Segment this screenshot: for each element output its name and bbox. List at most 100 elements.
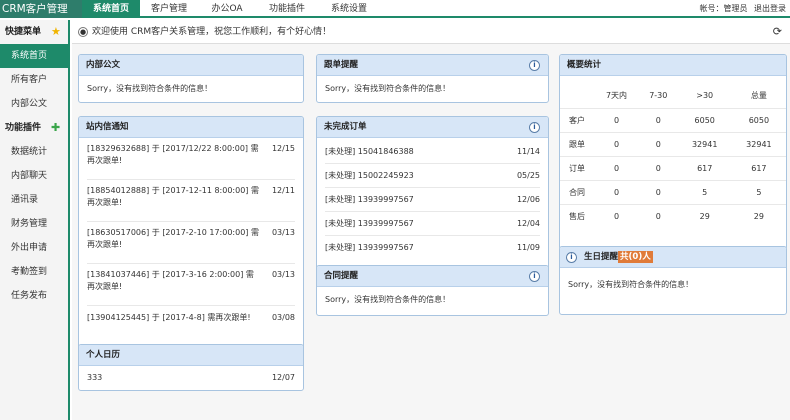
stats-cell: 32941 — [731, 132, 786, 157]
stats-col-header: 7天内 — [594, 84, 639, 109]
app-logo: CRM客户管理 — [0, 0, 82, 18]
calendar-date: 12/07 — [271, 373, 295, 382]
sidebar-item-statistics[interactable]: 数据统计 — [0, 140, 68, 164]
stats-cell: 29 — [753, 211, 764, 221]
panel-followup-title: 跟单提醒 — [324, 60, 359, 70]
order-text: [未处理] 15002245923 — [325, 171, 414, 180]
top-bar: CRM客户管理 系统首页 客户管理 办公OA 功能插件 系统设置 帐号：管理员 … — [0, 0, 790, 18]
stats-cell: 29 — [699, 211, 710, 221]
order-date: 11/09 — [516, 243, 540, 252]
stats-cell: 0 — [655, 211, 661, 221]
nav-office-oa[interactable]: 办公OA — [198, 0, 256, 18]
info-icon[interactable]: i — [529, 271, 540, 282]
stats-cell: 617 — [677, 156, 732, 181]
message-row[interactable]: [18630517006] 于 [2017-2-10 17:00:00] 需再次… — [87, 222, 295, 264]
account-area: 帐号：管理员 退出登录 — [695, 0, 786, 18]
stats-cell: 32941 — [677, 132, 732, 157]
stats-col-header: 7-30 — [638, 84, 678, 109]
info-icon[interactable]: i — [566, 252, 577, 263]
order-row[interactable]: [未处理] 13939997567 12/06 — [325, 188, 540, 212]
stats-table: 7天内 7-30 >30 总量 客户 0 0 6050 6050 跟单 0 0 32941 32… — [560, 84, 786, 228]
nav-customers[interactable]: 客户管理 — [140, 0, 198, 18]
sidebar-item-chat[interactable]: 内部聊天 — [0, 164, 68, 188]
order-text: [未处理] 13939997567 — [325, 243, 414, 252]
stats-cell: 客户 — [560, 108, 595, 133]
nav-settings[interactable]: 系统设置 — [318, 0, 380, 18]
sidebar-item-home[interactable]: 系统首页 — [0, 44, 68, 68]
stats-row: 合同 0 0 5 5 — [560, 180, 786, 205]
sidebar-item-all-customers[interactable]: 所有客户 — [0, 68, 68, 92]
panel-messages-header: 站内信通知 — [79, 117, 303, 138]
panel-birthday-title: 生日提醒 — [584, 252, 619, 262]
panel-messages: 站内信通知 [18329632688] 于 [2017/12/22 8:00:0… — [78, 116, 304, 350]
message-date: 03/13 — [271, 228, 295, 237]
star-icon: ★ — [51, 25, 61, 38]
panel-documents: 内部公文 Sorry，没有找到符合条件的信息！ — [78, 54, 304, 103]
stats-cell: 订单 — [560, 156, 595, 181]
empty-message: Sorry，没有找到符合条件的信息！ — [325, 295, 451, 304]
stats-row: 跟单 0 0 32941 32941 — [560, 132, 786, 157]
birthday-count-badge: 共(0)人 — [618, 251, 653, 263]
logout-link[interactable]: 退出登录 — [754, 4, 786, 13]
stats-col-header: >30 — [677, 84, 732, 109]
order-row[interactable]: [未处理] 15041846388 11/14 — [325, 140, 540, 164]
stats-row: 客户 0 0 6050 6050 — [560, 108, 786, 133]
message-text: [18854012888] 于 [2017-12-11 8:00:00] 需再次… — [87, 186, 259, 207]
message-row[interactable]: [13904125445] 于 [2017-4-8] 需再次跟单! 03/08 — [87, 306, 295, 330]
welcome-bar: ● 欢迎使用 CRM客户关系管理，祝您工作顺利，有个好心情！ ⟳ — [72, 20, 790, 44]
order-row[interactable]: [未处理] 13939997567 11/09 — [325, 236, 540, 260]
stats-col-header: 总量 — [731, 84, 786, 109]
stats-cell: 0 — [638, 108, 678, 133]
sidebar-plugin-header: 功能插件 ✚ — [0, 116, 68, 140]
stats-col-header — [560, 84, 595, 109]
order-date: 12/04 — [516, 219, 540, 228]
refresh-icon[interactable]: ⟳ — [773, 26, 782, 38]
panel-stats: 概要统计 7天内 7-30 >30 总量 客户 0 0 6050 6050 跟单 0 0 32… — [559, 54, 787, 250]
info-icon[interactable]: i — [529, 60, 540, 71]
panel-contracts-header: 合同提醒 i — [317, 266, 548, 287]
stats-cell: 617 — [731, 156, 786, 181]
message-text: [13904125445] 于 [2017-4-8] 需再次跟单! — [87, 313, 251, 322]
message-text: [18630517006] 于 [2017-2-10 17:00:00] 需再次… — [87, 228, 259, 249]
info-icon[interactable]: i — [529, 122, 540, 133]
sidebar-item-finance[interactable]: 财务管理 — [0, 212, 68, 236]
order-date: 05/25 — [516, 171, 540, 180]
stats-cell: 0 — [638, 180, 678, 205]
stats-cell: 5 — [677, 180, 732, 205]
welcome-text: 欢迎使用 CRM客户关系管理，祝您工作顺利，有个好心情！ — [92, 27, 332, 37]
message-text: [13841037446] 于 [2017-3-16 2:00:00] 需再次跟… — [87, 270, 254, 291]
sidebar-item-documents[interactable]: 内部公文 — [0, 92, 68, 116]
account-label: 帐号：管理员 — [699, 4, 748, 13]
order-row[interactable]: [未处理] 15002245923 05/25 — [325, 164, 540, 188]
user-icon: ● — [78, 27, 88, 37]
stats-cell: 售后 — [569, 211, 586, 221]
stats-cell: 跟单 — [560, 132, 595, 157]
panel-stats-header: 概要统计 — [560, 55, 786, 76]
message-row[interactable]: [13841037446] 于 [2017-3-16 2:00:00] 需再次跟… — [87, 264, 295, 306]
order-date: 12/06 — [516, 195, 540, 204]
panel-followup-header: 跟单提醒 i — [317, 55, 548, 76]
order-text: [未处理] 15041846388 — [325, 147, 414, 156]
sidebar-item-contacts[interactable]: 通讯录 — [0, 188, 68, 212]
order-text: [未处理] 13939997567 — [325, 195, 414, 204]
nav-plugins[interactable]: 功能插件 — [256, 0, 318, 18]
stats-cell: 5 — [731, 180, 786, 205]
stats-header-row: 7天内 7-30 >30 总量 — [560, 84, 786, 109]
sidebar-quick-title: 快捷菜单 — [5, 27, 42, 37]
sidebar-item-tasks[interactable]: 任务发布 — [0, 284, 68, 308]
empty-message: Sorry，没有找到符合条件的信息！ — [568, 280, 694, 289]
message-row[interactable]: [18329632688] 于 [2017/12/22 8:00:00] 需再次… — [87, 138, 295, 180]
message-date: 12/11 — [271, 186, 295, 195]
stats-cell: 6050 — [677, 108, 732, 133]
message-row[interactable]: [18854012888] 于 [2017-12-11 8:00:00] 需再次… — [87, 180, 295, 222]
stats-cell: 0 — [613, 211, 620, 221]
order-row[interactable]: [未处理] 13939997567 12/04 — [325, 212, 540, 236]
sidebar-plugin-title: 功能插件 — [5, 123, 42, 133]
nav-home[interactable]: 系统首页 — [82, 0, 140, 18]
calendar-row[interactable]: 333 12/07 — [87, 366, 295, 390]
stats-cell: 6050 — [731, 108, 786, 133]
sidebar-item-outing[interactable]: 外出申请 — [0, 236, 68, 260]
stats-cell: 合同 — [560, 180, 595, 205]
sidebar-item-attendance[interactable]: 考勤签到 — [0, 260, 68, 284]
message-text: [18329632688] 于 [2017/12/22 8:00:00] 需再次… — [87, 144, 259, 165]
